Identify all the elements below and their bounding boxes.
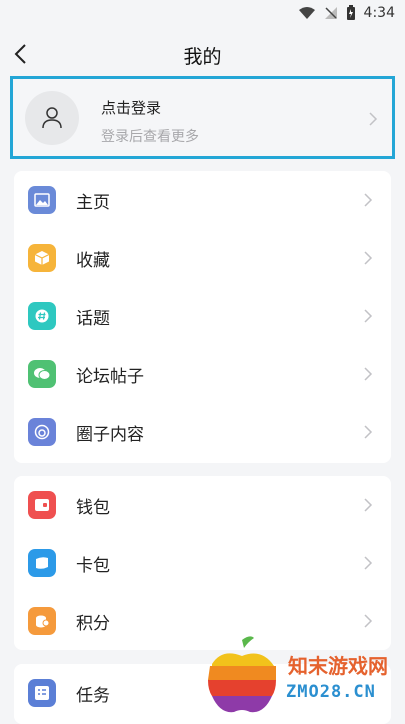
wallet-icon xyxy=(28,491,56,519)
menu-item-label: 收藏 xyxy=(76,251,110,271)
menu-item-homepage[interactable]: 主页 xyxy=(14,171,391,229)
menu-item-circle-content[interactable]: 圈子内容 xyxy=(14,403,391,461)
watermark-text-1: 知末游戏网 xyxy=(288,654,388,678)
menu-item-label: 论坛帖子 xyxy=(76,367,144,387)
status-bar: 4:34 xyxy=(0,0,405,30)
chevron-right-icon xyxy=(364,425,373,439)
login-card[interactable]: 点击登录 登录后查看更多 xyxy=(10,76,395,159)
no-signal-icon xyxy=(324,7,337,19)
menu-item-wallet[interactable]: 钱包 xyxy=(14,476,391,534)
battery-icon xyxy=(346,5,355,20)
status-icons: 4:34 xyxy=(298,5,395,21)
chevron-right-icon xyxy=(364,556,373,570)
image-icon xyxy=(28,186,56,214)
menu-card-2: 钱包 卡包 积分 xyxy=(14,476,391,650)
page-title: 我的 xyxy=(183,46,222,68)
chevron-right-icon xyxy=(364,498,373,512)
chevron-right-icon xyxy=(364,309,373,323)
menu-item-favorites[interactable]: 收藏 xyxy=(14,229,391,287)
menu-item-forum-posts[interactable]: 论坛帖子 xyxy=(14,345,391,403)
menu-item-label: 积分 xyxy=(76,614,110,634)
header: 我的 xyxy=(0,34,405,74)
status-time: 4:34 xyxy=(363,5,395,21)
chevron-right-icon xyxy=(364,193,373,207)
chevron-right-icon xyxy=(364,251,373,265)
menu-card-1: 主页 收藏 话题 论坛帖子 圈子内容 xyxy=(14,171,391,463)
box-icon xyxy=(28,244,56,272)
colorful-apple-logo xyxy=(208,636,276,713)
chevron-right-icon xyxy=(364,367,373,381)
coins-icon xyxy=(28,607,56,635)
card-icon xyxy=(28,549,56,577)
menu-item-label: 任务 xyxy=(76,686,110,706)
menu-item-label: 钱包 xyxy=(76,498,110,518)
menu-item-label: 主页 xyxy=(76,193,110,213)
login-subtitle: 登录后查看更多 xyxy=(101,129,199,145)
menu-item-label: 卡包 xyxy=(76,556,110,576)
menu-item-label: 话题 xyxy=(76,309,110,329)
login-title: 点击登录 xyxy=(101,99,162,117)
avatar xyxy=(25,91,79,145)
hashtag-icon xyxy=(28,302,56,330)
user-icon xyxy=(42,107,62,129)
chevron-right-icon xyxy=(364,614,373,628)
circle-content-icon xyxy=(28,418,56,446)
menu-item-label: 圈子内容 xyxy=(76,425,144,445)
chevron-right-icon xyxy=(369,112,378,126)
task-list-icon xyxy=(28,679,56,707)
wifi-icon xyxy=(298,7,315,19)
watermark: 知末游戏网 ZMO28.CN xyxy=(200,630,405,720)
menu-item-card-pack[interactable]: 卡包 xyxy=(14,534,391,592)
chat-bubbles-icon xyxy=(28,360,56,388)
menu-item-topics[interactable]: 话题 xyxy=(14,287,391,345)
watermark-text-2: ZMO28.CN xyxy=(286,682,376,702)
